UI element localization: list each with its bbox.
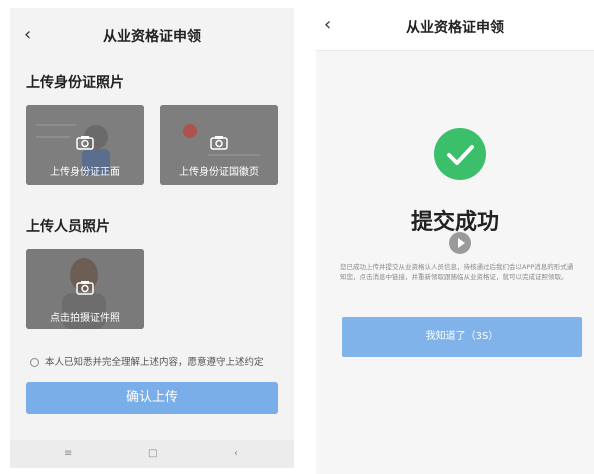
page-title: 从业资格证申领 — [103, 29, 201, 45]
nav-bar: ‹ 从业资格证申领 — [316, 0, 594, 51]
page-title: 从业资格证申领 — [406, 20, 504, 36]
checkmark-icon — [447, 145, 474, 165]
camera-icon — [76, 136, 94, 150]
id-back-upload[interactable]: 上传身份证国徽页 — [160, 105, 278, 185]
play-triangle-icon — [458, 238, 465, 248]
camera-icon — [210, 136, 228, 150]
back-nav-icon[interactable]: ‹ — [234, 448, 238, 459]
section-title-id: 上传身份证照片 — [26, 75, 124, 91]
id-front-upload[interactable]: 上传身份证正面 — [26, 105, 144, 185]
acknowledge-button[interactable]: 我知道了（3S） — [342, 317, 582, 357]
home-icon[interactable]: □ — [148, 448, 157, 459]
id-back-caption: 上传身份证国徽页 — [179, 167, 259, 178]
section-title-person: 上传人员照片 — [26, 219, 110, 235]
confirm-upload-button[interactable]: 确认上传 — [26, 382, 278, 414]
upload-screen: ‹ 从业资格证申领 上传身份证照片 上传身份证正面 上传身份证国徽页 上传人员照… — [10, 8, 294, 468]
camera-icon — [76, 281, 94, 295]
consent-checkbox[interactable]: 本人已知悉并完全理解上述内容，愿意遵守上述约定 — [30, 354, 264, 368]
success-description: 您已成功上传并提交从业资格认人员信息，待核通过后我们会以APP消息的形式通知您，… — [340, 263, 574, 281]
radio-icon[interactable] — [30, 358, 39, 367]
play-icon[interactable] — [449, 232, 471, 254]
consent-text: 本人已知悉并完全理解上述内容，愿意遵守上述约定 — [45, 357, 264, 368]
system-nav-bar: ≡ □ ‹ — [10, 440, 294, 468]
nav-bar: ‹ 从业资格证申领 — [10, 8, 294, 60]
menu-icon[interactable]: ≡ — [64, 448, 72, 459]
success-screen: ‹ 从业资格证申领 提交成功 您已成功上传并提交从业资格认人员信息，待核通过后我… — [316, 0, 594, 474]
person-caption: 点击拍摄证件照 — [50, 313, 120, 324]
success-check-icon — [434, 128, 486, 180]
id-front-caption: 上传身份证正面 — [50, 167, 120, 178]
person-photo-upload[interactable]: 点击拍摄证件照 — [26, 249, 144, 329]
